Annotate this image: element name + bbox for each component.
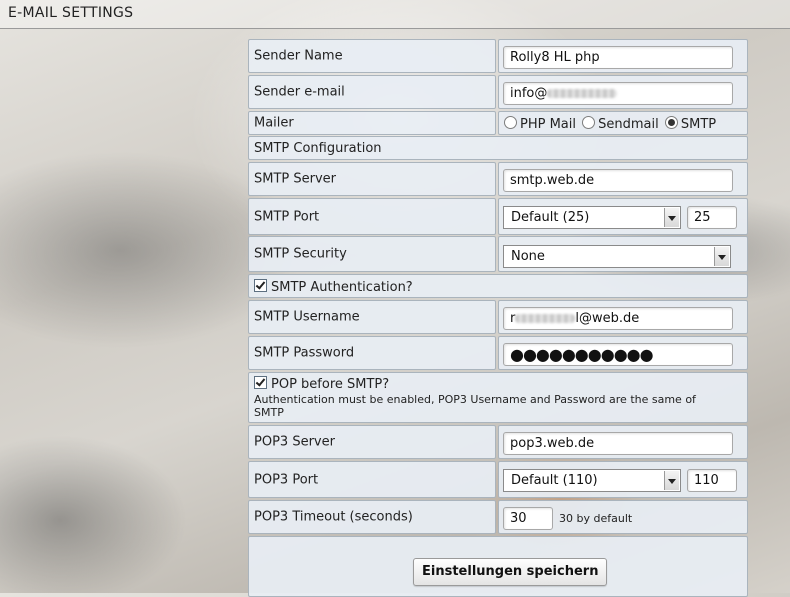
- pop-before-smtp-checkbox-label[interactable]: POP before SMTP?: [254, 376, 389, 392]
- smtp-configuration-cell: SMTP Configuration: [248, 136, 748, 160]
- row-save: Einstellungen speichern: [248, 536, 748, 597]
- smtp-server-label-cell: SMTP Server: [248, 162, 496, 196]
- radio-smtp[interactable]: [664, 116, 678, 129]
- username-suffix: l@web.de: [575, 311, 640, 326]
- row-pop3-server: POP3 Server pop3.web.de: [248, 425, 748, 459]
- mailer-option-php-mail[interactable]: PHP Mail: [504, 116, 576, 132]
- row-smtp-server: SMTP Server smtp.web.de: [248, 162, 748, 196]
- smtp-authentication-cell: SMTP Authentication?: [248, 274, 748, 298]
- pop3-server-label: POP3 Server: [254, 434, 335, 450]
- pop3-port-value-cell: Default (110) 110: [498, 461, 748, 498]
- mailer-option-sendmail[interactable]: Sendmail: [582, 116, 659, 132]
- smtp-port-label: SMTP Port: [254, 209, 320, 224]
- mailer-value-cell: PHP Mail Sendmail SMTP: [498, 111, 748, 135]
- row-smtp-authentication: SMTP Authentication?: [248, 274, 748, 298]
- smtp-authentication-text: SMTP Authentication?: [271, 280, 413, 295]
- page-header: E-MAIL SETTINGS: [0, 0, 790, 29]
- smtp-password-input[interactable]: ●●●●●●●●●●●: [503, 343, 733, 366]
- smtp-server-input[interactable]: smtp.web.de: [503, 169, 733, 192]
- smtp-security-label-cell: SMTP Security: [248, 236, 496, 272]
- smtp-security-value-cell: None: [498, 236, 748, 272]
- pop3-port-select[interactable]: Default (110): [503, 469, 681, 492]
- pop3-timeout-hint: 30 by default: [559, 512, 633, 525]
- smtp-port-label-cell: SMTP Port: [248, 198, 496, 235]
- radio-php-mail[interactable]: [504, 116, 517, 129]
- pop3-port-selected: Default (110): [511, 473, 598, 488]
- sender-email-input[interactable]: info@: [503, 82, 733, 105]
- sender-email-value-cell: info@: [498, 75, 748, 109]
- pop3-server-value-cell: pop3.web.de: [498, 425, 748, 459]
- pop3-timeout-input[interactable]: 30: [503, 507, 553, 530]
- sender-email-label: Sender e-mail: [254, 84, 345, 100]
- smtp-username-input[interactable]: r l@web.de: [503, 307, 733, 330]
- smtp-security-selected: None: [511, 249, 545, 264]
- pop-before-smtp-text: POP before SMTP?: [271, 377, 390, 392]
- smtp-authentication-checkbox[interactable]: [254, 279, 267, 292]
- smtp-port-input[interactable]: 25: [687, 206, 737, 229]
- smtp-configuration-heading: SMTP Configuration: [254, 141, 382, 156]
- smtp-port-selected: Default (25): [511, 210, 590, 225]
- mailer-option-smtp[interactable]: SMTP: [664, 116, 717, 132]
- sender-email-text: info@: [510, 86, 548, 101]
- sender-email-label-cell: Sender e-mail: [248, 75, 496, 109]
- chevron-down-icon[interactable]: [664, 208, 679, 227]
- smtp-security-label: SMTP Security: [254, 246, 347, 262]
- mailer-label-cell: Mailer: [248, 111, 496, 135]
- page-title: E-MAIL SETTINGS: [8, 5, 134, 21]
- sendmail-label: Sendmail: [598, 117, 659, 132]
- smtp-port-select[interactable]: Default (25): [503, 206, 681, 229]
- row-smtp-username: SMTP Username r l@web.de: [248, 300, 748, 334]
- pop-before-smtp-cell: POP before SMTP? Authentication must be …: [248, 372, 748, 423]
- smtp-server-value-cell: smtp.web.de: [498, 162, 748, 196]
- pop3-server-label-cell: POP3 Server: [248, 425, 496, 459]
- smtp-password-label: SMTP Password: [254, 345, 355, 361]
- row-mailer: Mailer PHP Mail Sendmail SMTP: [248, 111, 748, 135]
- sender-name-input[interactable]: Rolly8 HL php: [503, 46, 733, 69]
- row-pop3-timeout: POP3 Timeout (seconds) 30 30 by default: [248, 500, 748, 534]
- chevron-down-icon[interactable]: [714, 247, 729, 266]
- mailer-radio-group: PHP Mail Sendmail SMTP: [504, 116, 716, 132]
- redacted-blur: [547, 89, 618, 98]
- smtp-username-label: SMTP Username: [254, 309, 360, 325]
- row-pop-before-smtp: POP before SMTP? Authentication must be …: [248, 372, 748, 423]
- pop3-timeout-label-cell: POP3 Timeout (seconds): [248, 500, 496, 534]
- radio-sendmail[interactable]: [582, 116, 596, 129]
- pop-before-smtp-note: Authentication must be enabled, POP3 Use…: [254, 393, 696, 419]
- pop3-timeout-value-cell: 30 30 by default: [498, 500, 748, 534]
- save-cell: Einstellungen speichern: [248, 536, 748, 597]
- pop3-port-label-cell: POP3 Port: [248, 461, 496, 498]
- smtp-server-label: SMTP Server: [254, 171, 337, 187]
- smtp-username-label-cell: SMTP Username: [248, 300, 496, 334]
- redacted-blur: [515, 314, 576, 323]
- pop3-port-input[interactable]: 110: [687, 469, 737, 492]
- row-smtp-configuration: SMTP Configuration: [248, 136, 748, 160]
- smtp-security-select[interactable]: None: [503, 245, 731, 268]
- smtp-username-value-cell: r l@web.de: [498, 300, 748, 334]
- pop3-port-label: POP3 Port: [254, 472, 319, 487]
- php-mail-label: PHP Mail: [520, 117, 576, 132]
- smtp-authentication-checkbox-label[interactable]: SMTP Authentication?: [254, 279, 413, 295]
- row-pop3-port: POP3 Port Default (110) 110: [248, 461, 748, 498]
- pop3-server-input[interactable]: pop3.web.de: [503, 432, 733, 455]
- pop3-timeout-label: POP3 Timeout (seconds): [254, 509, 413, 525]
- sender-name-value-cell: Rolly8 HL php: [498, 39, 748, 73]
- row-sender-email: Sender e-mail info@: [248, 75, 748, 109]
- smtp-password-label-cell: SMTP Password: [248, 336, 496, 370]
- smtp-password-value-cell: ●●●●●●●●●●●: [498, 336, 748, 370]
- row-smtp-password: SMTP Password ●●●●●●●●●●●: [248, 336, 748, 370]
- smtp-port-value-cell: Default (25) 25: [498, 198, 748, 235]
- save-settings-button[interactable]: Einstellungen speichern: [413, 558, 608, 586]
- row-smtp-security: SMTP Security None: [248, 236, 748, 272]
- pop-before-smtp-checkbox[interactable]: [254, 376, 267, 389]
- sender-name-label: Sender Name: [254, 48, 343, 64]
- chevron-down-icon[interactable]: [664, 471, 679, 490]
- row-sender-name: Sender Name Rolly8 HL php: [248, 39, 748, 73]
- row-smtp-port: SMTP Port Default (25) 25: [248, 198, 748, 235]
- smtp-label: SMTP: [680, 117, 717, 132]
- mailer-label: Mailer: [254, 115, 294, 131]
- sender-name-label-cell: Sender Name: [248, 39, 496, 73]
